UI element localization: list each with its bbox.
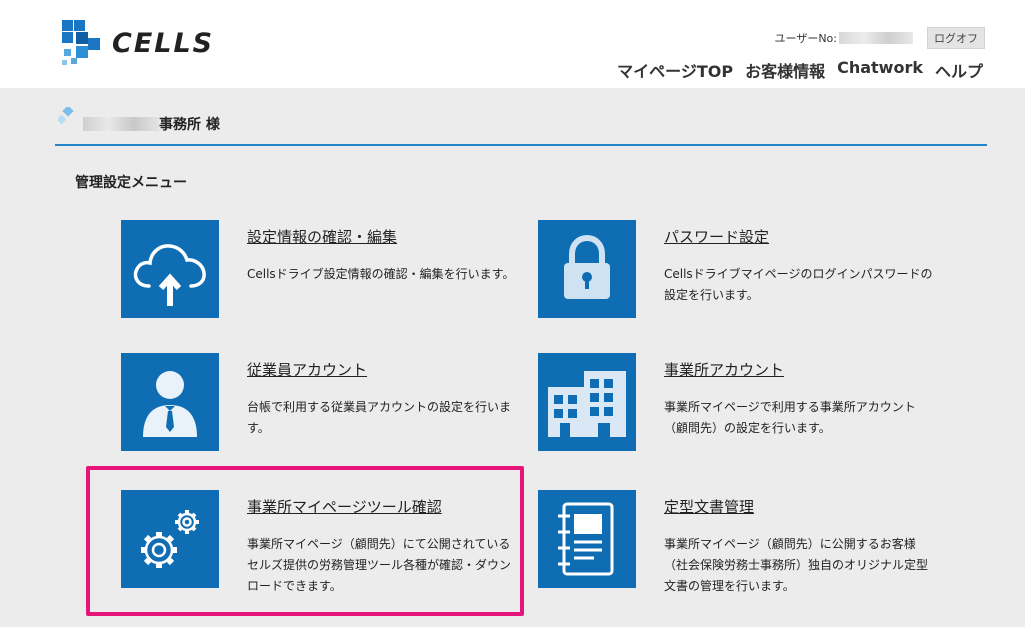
card-title[interactable]: 事業所マイページツール確認 [247,496,442,517]
cells-logo-icon [62,20,100,65]
card-title[interactable]: 従業員アカウント [247,359,367,380]
building-icon [538,353,636,451]
logo-text: CELLS [112,28,215,59]
card-settings-info[interactable]: 設定情報の確認・編集 Cellsドライブ設定情報の確認・編集を行います。 [121,220,521,330]
office-bar: 事務所 様 [55,104,987,146]
top-nav: マイページTOP お客様情報 Chatwork ヘルプ [617,58,983,82]
card-title[interactable]: 設定情報の確認・編集 [247,226,397,247]
menu-heading: 管理設定メニュー [75,175,187,191]
card-description: 事業所マイページで利用する事業所アカウント（顧問先）の設定を行います。 [664,400,916,435]
nav-chatwork[interactable]: Chatwork [837,58,923,82]
card-office-account[interactable]: 事業所アカウント 事業所マイページで利用する事業所アカウント（顧問先）の設定を行… [538,353,938,463]
card-description: Cellsドライブマイページのログインパスワードの設定を行います。 [664,267,933,302]
cloud-upload-icon [121,220,219,318]
card-title[interactable]: 定型文書管理 [664,496,754,517]
logout-button[interactable]: ログオフ [927,27,985,49]
nav-help[interactable]: ヘルプ [935,58,983,82]
card-description: 事業所マイページ（顧問先）に公開するお客様（社会保険労務士事務所）独自のオリジナ… [664,537,929,593]
card-description: Cellsドライブ設定情報の確認・編集を行います。 [247,267,515,281]
cells-logo[interactable]: CELLS [60,18,220,68]
office-name-suffix: 事務所 様 [159,117,220,133]
card-description: 台帳で利用する従業員アカウントの設定を行います。 [247,400,512,435]
nav-customer-info[interactable]: お客様情報 [745,58,825,82]
user-info: ユーザーNo: ログオフ [774,27,985,49]
card-password[interactable]: パスワード設定 Cellsドライブマイページのログインパスワードの設定を行います… [538,220,938,330]
gears-icon [121,490,219,588]
card-template-documents[interactable]: 定型文書管理 事業所マイページ（顧問先）に公開するお客様（社会保険労務士事務所）… [538,490,938,600]
lock-icon [538,220,636,318]
user-number-label: ユーザーNo: [774,32,837,45]
card-title[interactable]: 事業所アカウント [664,359,784,380]
header: CELLS ユーザーNo: ログオフ マイページTOP お客様情報 Chatwo… [0,0,1025,88]
card-description: 事業所マイページ（顧問先）にて公開されているセルズ提供の労務管理ツール各種が確認… [247,537,512,593]
document-icon [538,490,636,588]
card-employee-account[interactable]: 従業員アカウント 台帳で利用する従業員アカウントの設定を行います。 [121,353,521,463]
employee-icon [121,353,219,451]
user-number-redacted [839,32,913,44]
office-name-redacted [83,117,159,131]
nav-mypage-top[interactable]: マイページTOP [617,58,733,82]
diamond-icon [58,107,74,125]
card-mypage-tools[interactable]: 事業所マイページツール確認 事業所マイページ（顧問先）にて公開されているセルズ提… [121,490,521,600]
card-title[interactable]: パスワード設定 [664,226,769,247]
